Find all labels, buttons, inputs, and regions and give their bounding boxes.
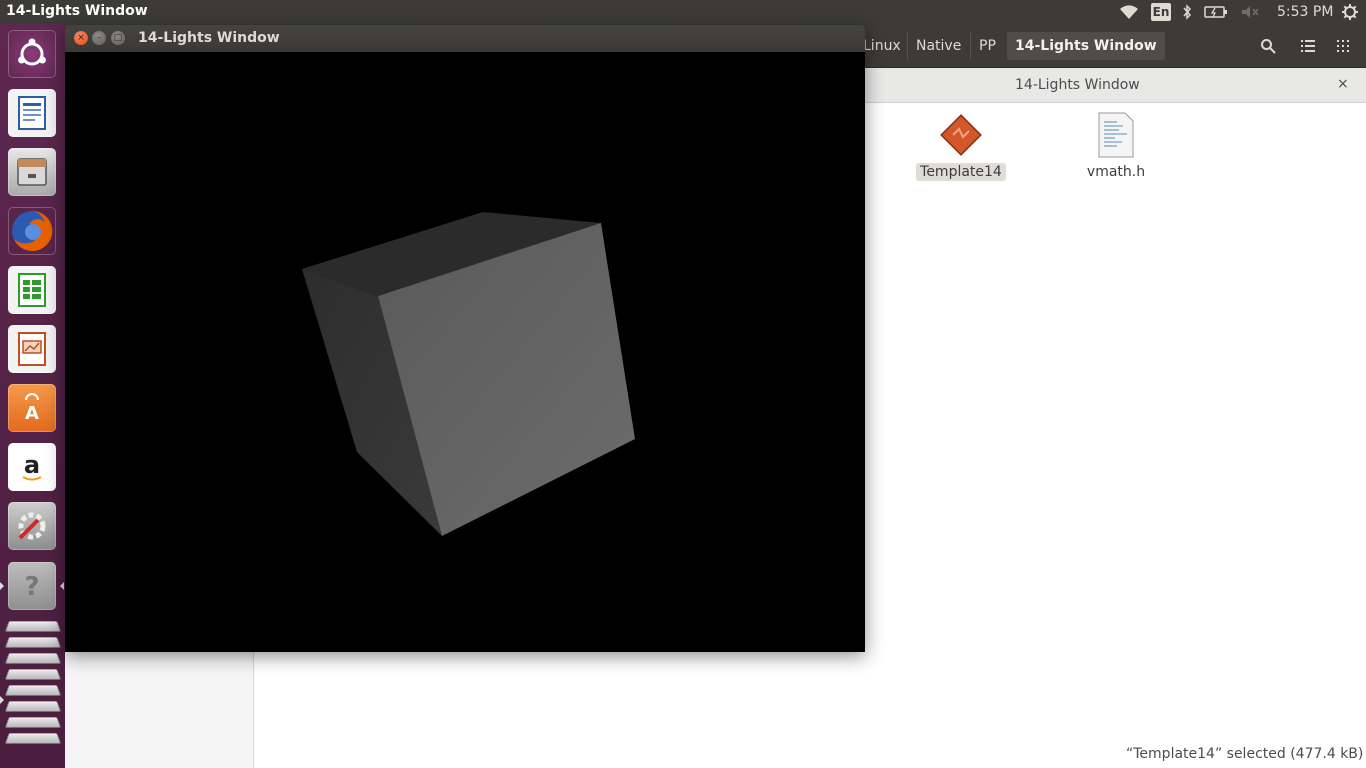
rendered-cube xyxy=(302,212,635,536)
settings-wrench-icon xyxy=(8,502,56,550)
launcher-folded-item[interactable] xyxy=(4,621,62,632)
launcher-folded-item[interactable] xyxy=(4,653,62,664)
breadcrumb-current[interactable]: 14-Lights Window xyxy=(1007,32,1165,60)
text-file-icon xyxy=(1061,111,1171,159)
question-icon: ? xyxy=(8,562,56,610)
clock[interactable]: 5:53 PM xyxy=(1277,4,1333,20)
gl-window-titlebar[interactable]: × – □ 14-Lights Window xyxy=(65,25,865,52)
maximize-button[interactable]: □ xyxy=(111,31,125,45)
calc-icon xyxy=(8,266,56,314)
battery-icon[interactable] xyxy=(1203,3,1229,21)
running-indicator-left xyxy=(0,582,4,590)
status-bar-text: “Template14” selected (477.4 kB) xyxy=(1126,746,1364,762)
file-item-vmath[interactable]: vmath.h xyxy=(1061,111,1171,181)
launcher-folded-item[interactable] xyxy=(4,637,62,648)
grid-view-icon[interactable] xyxy=(1326,32,1360,60)
launcher-item-calc[interactable] xyxy=(7,265,57,315)
launcher: A a ? xyxy=(0,24,66,768)
active-app-title: 14-Lights Window xyxy=(6,3,148,19)
launcher-item-writer[interactable] xyxy=(7,88,57,138)
file-cabinet-icon xyxy=(8,148,56,196)
wifi-icon[interactable] xyxy=(1118,3,1140,21)
file-item-template14[interactable]: Template14 xyxy=(906,111,1016,181)
top-panel: 14-Lights Window En 5:53 PM xyxy=(0,0,1366,24)
launcher-item-firefox[interactable] xyxy=(7,206,57,256)
tab-title[interactable]: 14-Lights Window xyxy=(1015,77,1140,93)
file-name: vmath.h xyxy=(1086,164,1146,180)
list-view-icon[interactable] xyxy=(1291,32,1325,60)
gl-render-canvas[interactable] xyxy=(65,52,865,652)
launcher-folded-item[interactable] xyxy=(4,669,62,680)
launcher-item-files[interactable] xyxy=(7,147,57,197)
firefox-icon xyxy=(8,207,56,255)
breadcrumb-pp[interactable]: PP xyxy=(970,32,1004,60)
launcher-folded-item[interactable] xyxy=(4,685,62,696)
writer-icon xyxy=(8,89,56,137)
bluetooth-icon[interactable] xyxy=(1180,3,1194,21)
launcher-item-dash[interactable] xyxy=(7,29,57,79)
launcher-folded-item[interactable] xyxy=(4,733,62,744)
running-indicator-right xyxy=(60,582,64,590)
search-icon[interactable] xyxy=(1251,32,1285,60)
launcher-folded-item[interactable] xyxy=(4,701,62,712)
amazon-icon: a xyxy=(8,443,56,491)
close-button[interactable]: × xyxy=(74,31,88,45)
svg-text:a: a xyxy=(24,451,40,479)
launcher-item-help[interactable]: ? xyxy=(7,561,57,611)
gl-window-title: 14-Lights Window xyxy=(138,30,280,46)
launcher-item-settings[interactable] xyxy=(7,501,57,551)
executable-icon xyxy=(906,111,1016,159)
launcher-item-impress[interactable] xyxy=(7,324,57,374)
volume-muted-icon[interactable] xyxy=(1239,3,1261,21)
svg-text:A: A xyxy=(25,403,39,424)
svg-text:?: ? xyxy=(24,572,39,602)
gear-icon[interactable] xyxy=(1340,3,1360,21)
keyboard-layout-indicator[interactable]: En xyxy=(1151,3,1171,21)
running-indicator-left xyxy=(0,696,4,704)
breadcrumb-native[interactable]: Native xyxy=(907,32,969,60)
shopping-bag-icon: A xyxy=(8,384,56,432)
launcher-folded-item[interactable] xyxy=(4,717,62,728)
impress-icon xyxy=(8,325,56,373)
file-name: Template14 xyxy=(916,163,1006,181)
minimize-button[interactable]: – xyxy=(92,31,106,45)
launcher-item-amazon[interactable]: a xyxy=(7,442,57,492)
gl-window: × – □ 14-Lights Window xyxy=(65,25,865,652)
launcher-item-software[interactable]: A xyxy=(7,383,57,433)
ubuntu-logo-icon xyxy=(8,30,56,78)
tab-close-button[interactable]: × xyxy=(1337,76,1349,92)
